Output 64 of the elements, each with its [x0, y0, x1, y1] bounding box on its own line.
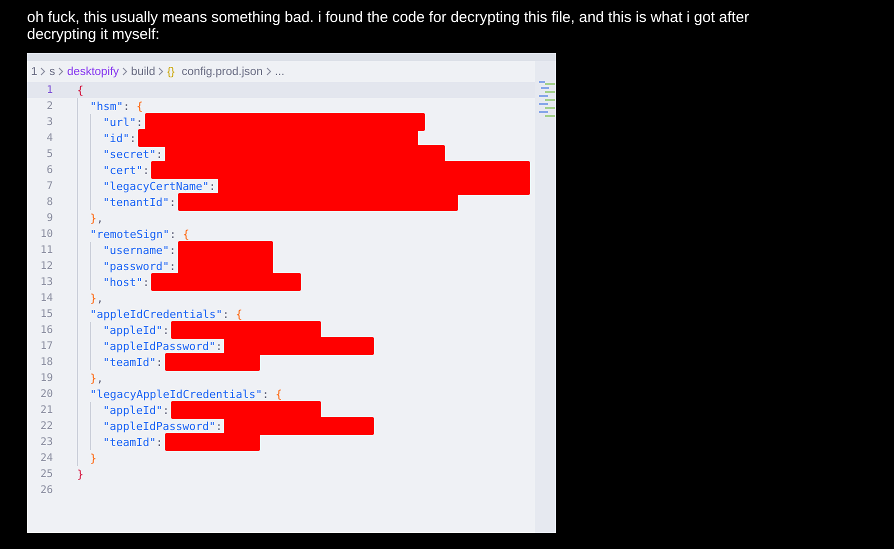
chevron-icon [266, 67, 272, 76]
code-text: "legacyCertName": [103, 180, 216, 192]
code-text: "url": [103, 116, 143, 128]
line-number: 20 [39, 388, 53, 400]
chevron-icon [40, 67, 46, 76]
code-text: "teamId": [103, 436, 163, 448]
line-number: 7 [46, 180, 53, 192]
line-number: 26 [39, 484, 53, 496]
line-number: 13 [39, 276, 53, 288]
code-text: "legacyAppleIdCredentials": { [90, 388, 282, 400]
line-number: 24 [39, 452, 53, 464]
line-number: 25 [39, 468, 53, 480]
code-text: "appleIdPassword": [103, 340, 222, 352]
code-text: "password": [103, 260, 176, 272]
chevron-icon [58, 67, 64, 76]
line-number: 18 [39, 356, 53, 368]
line-number: 19 [39, 372, 53, 384]
line-number: 21 [39, 404, 53, 416]
line-number: 2 [46, 100, 53, 112]
line-number: 23 [39, 436, 53, 448]
line-number: 15 [39, 308, 53, 320]
line-number: 4 [46, 132, 53, 144]
line-number: 11 [39, 244, 53, 256]
breadcrumb-item[interactable]: desktopify [67, 66, 119, 78]
line-number: 8 [46, 196, 53, 208]
line-number: 9 [46, 212, 53, 224]
chevron-icon [158, 67, 164, 76]
line-number: 14 [39, 292, 53, 304]
code-text: "teamId": [103, 356, 163, 368]
breadcrumb-item[interactable]: s [49, 66, 56, 78]
code-text: "tenantId": [103, 196, 176, 208]
code-text: } [77, 468, 84, 480]
chevron-icon [122, 67, 128, 76]
json-file-icon: {} [167, 66, 175, 78]
code-text: "secret": [103, 148, 163, 160]
code-text: "appleId": [103, 404, 170, 416]
line-number: 5 [46, 148, 53, 160]
code-text: "appleIdPassword": [103, 420, 222, 432]
line-number: 1 [46, 84, 53, 96]
code-text: "remoteSign": { [90, 228, 190, 240]
code-text: "host": [103, 276, 150, 288]
code-text: "id": [103, 132, 136, 144]
breadcrumb-item[interactable]: build [130, 66, 156, 78]
code-text: }, [90, 292, 104, 304]
code-text: "cert": [103, 164, 150, 176]
line-number: 3 [46, 116, 53, 128]
code-text: }, [90, 212, 104, 224]
breadcrumb-item[interactable]: 1 [31, 66, 38, 78]
line-number: 22 [39, 420, 53, 432]
line-number: 16 [39, 324, 53, 336]
code-text: } [90, 452, 97, 464]
code-text: { [77, 84, 84, 96]
code-text: "username": [103, 244, 176, 256]
code-text: "appleId": [103, 324, 170, 336]
line-number: 17 [39, 340, 53, 352]
breadcrumb-item[interactable]: config.prod.json [182, 66, 263, 78]
line-number: 10 [39, 228, 53, 240]
code-text: }, [90, 372, 104, 384]
breadcrumb-item[interactable]: ... [274, 66, 284, 78]
code-text: "hsm": { [90, 100, 143, 112]
line-number: 6 [46, 164, 53, 176]
line-number: 12 [39, 260, 53, 272]
code-text: "appleIdCredentials": { [90, 308, 242, 320]
post-text: oh fuck, this usually means something bad. i found the code for decrypting this file, and this is what i got after decrypting it myself: [27, 9, 750, 43]
